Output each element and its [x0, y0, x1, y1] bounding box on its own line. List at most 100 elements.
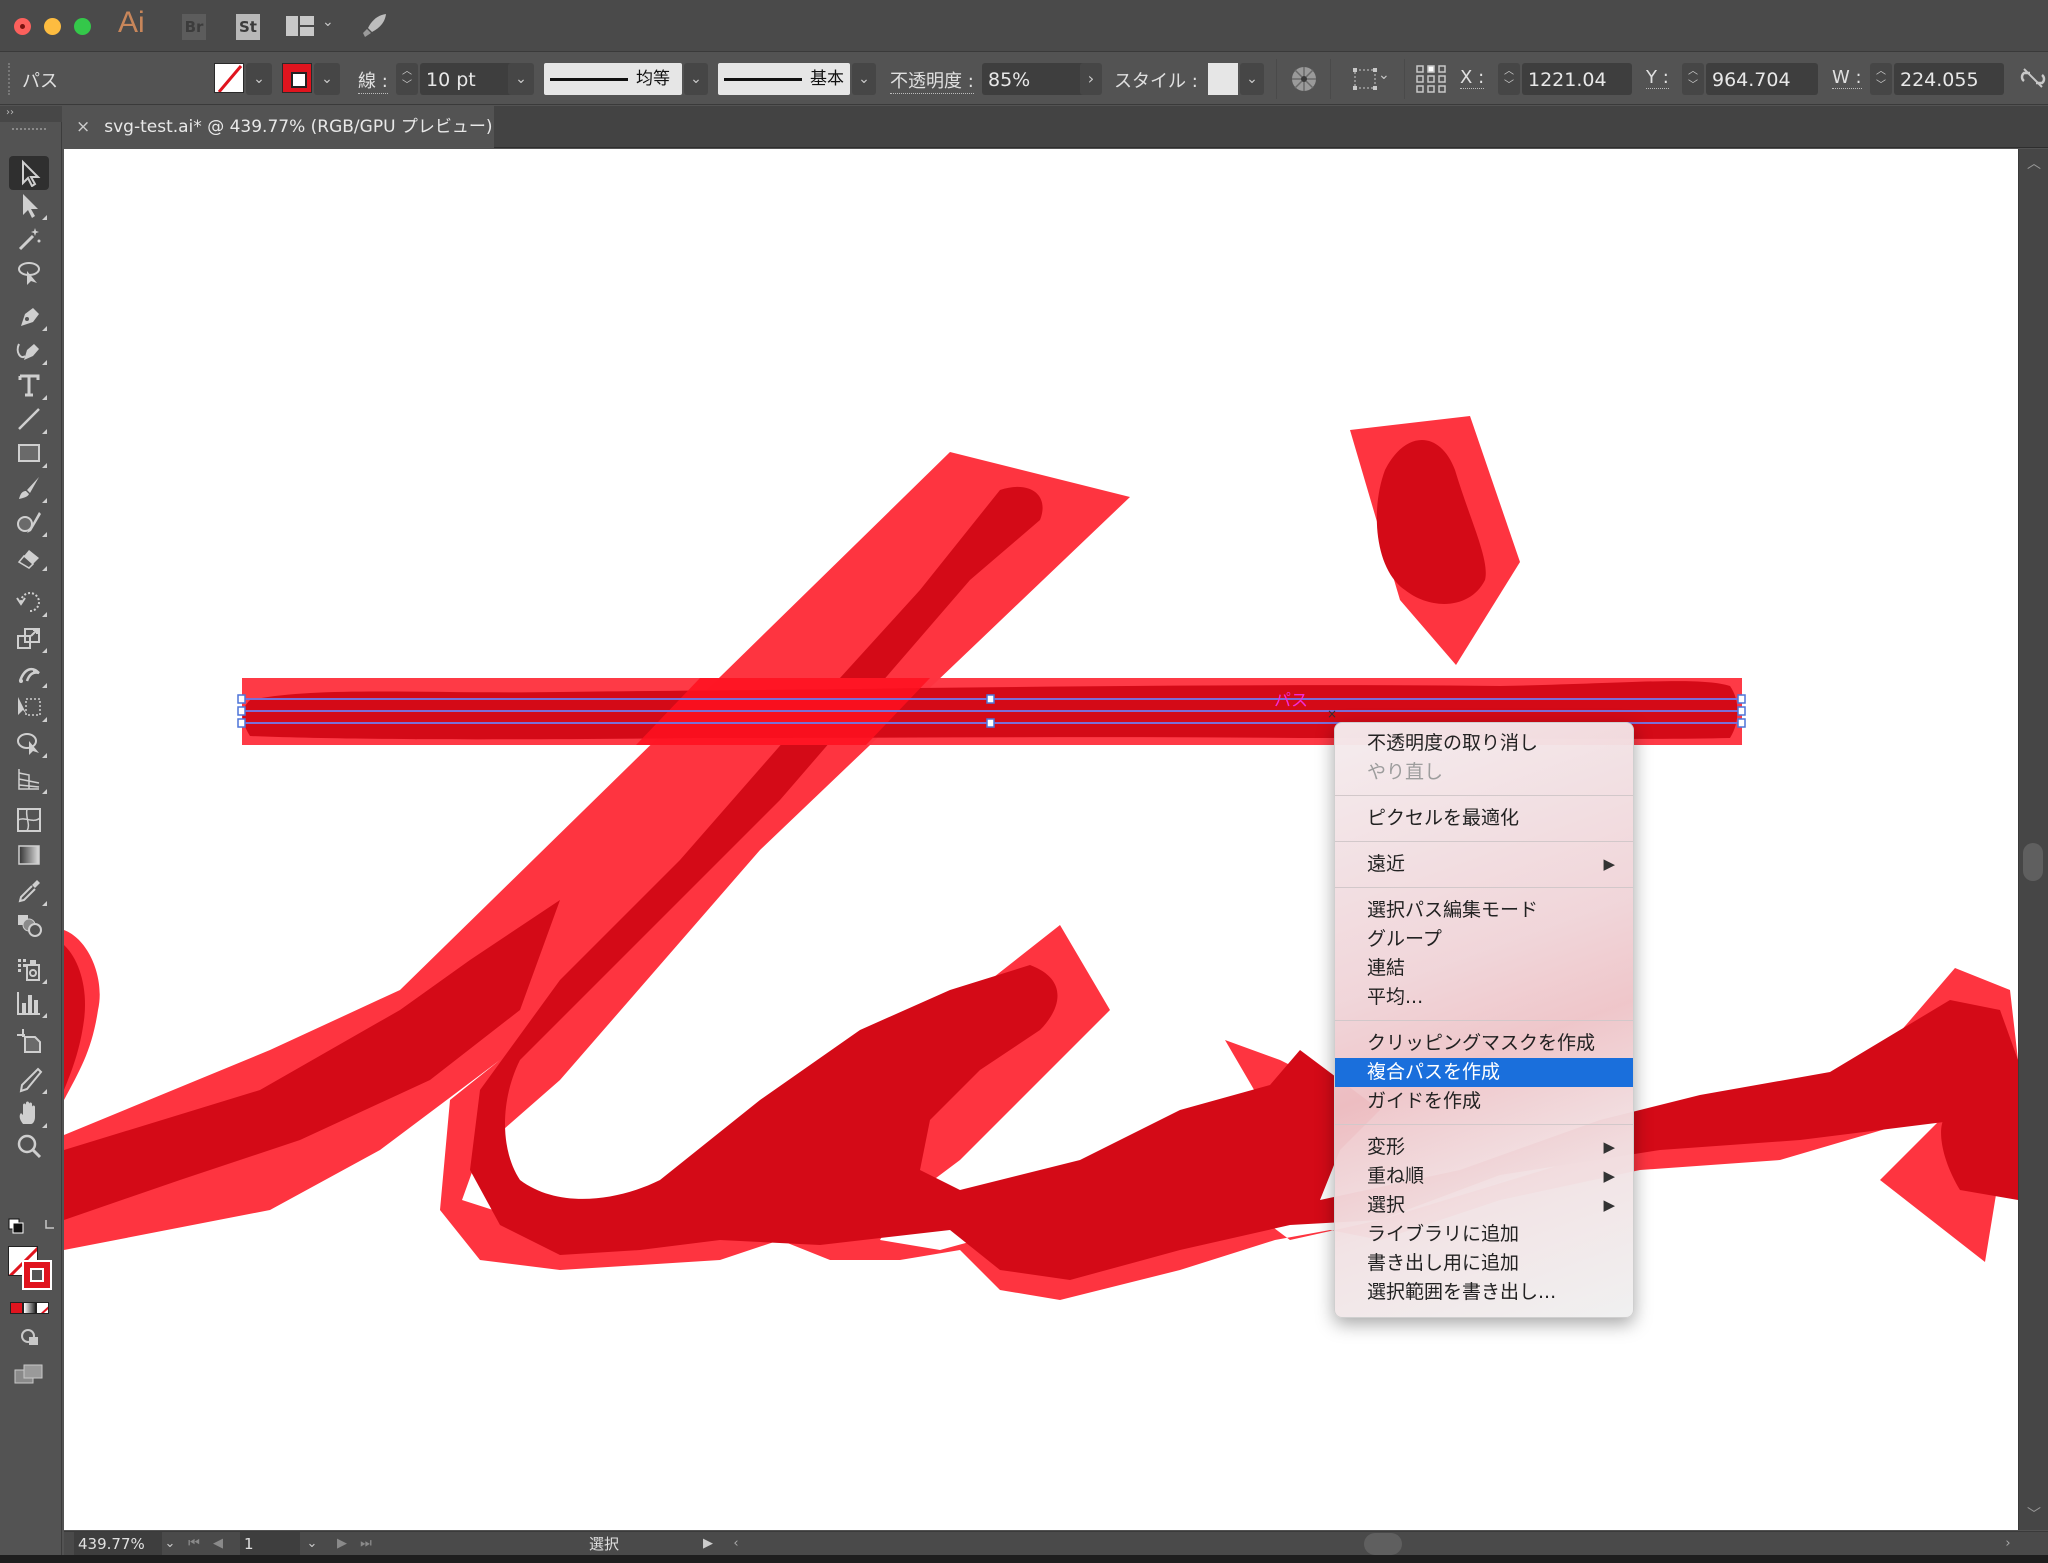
rectangle-tool[interactable]	[9, 436, 49, 470]
stroke-dropdown[interactable]: ⌄	[314, 63, 340, 95]
x-stepper[interactable]: ︿ ﹀	[1498, 63, 1520, 95]
align-dropdown[interactable]: ⌄	[1378, 67, 1390, 83]
type-tool[interactable]	[9, 368, 49, 402]
panel-grip[interactable]	[8, 63, 11, 95]
artboard-number-input[interactable]: 1	[240, 1532, 300, 1556]
align-selection-icon[interactable]	[1352, 67, 1378, 91]
menu-item[interactable]: 遠近 ▶	[1335, 850, 1633, 879]
y-input[interactable]: 964.704 px	[1706, 63, 1818, 125]
variable-width-profile-dropdown[interactable]: ⌄	[684, 63, 708, 95]
gradient-tool[interactable]	[9, 838, 49, 872]
stroke-weight-stepper[interactable]: ︿ ﹀	[396, 63, 418, 95]
shape-builder-tool[interactable]	[9, 726, 49, 760]
paintbrush-tool[interactable]	[9, 471, 49, 505]
x-label[interactable]: X :	[1460, 67, 1485, 89]
menu-item[interactable]: グループ	[1335, 925, 1633, 954]
x-input[interactable]: 1221.04 px	[1522, 63, 1632, 125]
none-button[interactable]	[36, 1302, 49, 1314]
horizontal-scroll-thumb[interactable]	[1364, 1533, 1402, 1555]
y-stepper[interactable]: ︿ ﹀	[1682, 63, 1704, 95]
zoom-level-input[interactable]: 439.77%	[74, 1532, 162, 1556]
document-tab[interactable]: × svg-test.ai* @ 439.77% (RGB/GPU プレビュー)	[64, 106, 494, 148]
menu-item[interactable]: 変形 ▶	[1335, 1133, 1633, 1162]
maximize-window-button[interactable]	[74, 18, 91, 35]
menu-item[interactable]: 重ね順 ▶	[1335, 1162, 1633, 1191]
chevron-down-icon[interactable]: ⌄	[322, 14, 334, 30]
reference-point-icon[interactable]	[1416, 65, 1446, 93]
rotate-tool[interactable]	[9, 585, 49, 619]
menu-item[interactable]: 平均...	[1335, 983, 1633, 1012]
graphic-style-swatch[interactable]	[1208, 63, 1238, 95]
recolor-artwork-icon[interactable]	[1290, 65, 1318, 93]
menu-item[interactable]: 選択 ▶	[1335, 1191, 1633, 1220]
gradient-button[interactable]	[23, 1302, 36, 1314]
bridge-button[interactable]: Br	[182, 14, 206, 40]
color-button[interactable]	[10, 1302, 23, 1314]
close-tab-icon[interactable]: ×	[76, 117, 90, 137]
stroke-weight-label[interactable]: 線 :	[358, 67, 388, 94]
menu-item[interactable]: 選択パス編集モード	[1335, 896, 1633, 925]
eyedropper-tool[interactable]	[9, 874, 49, 908]
status-menu-button[interactable]: ▶	[700, 1532, 716, 1556]
scroll-left-icon[interactable]: ‹	[728, 1532, 744, 1556]
graphic-style-dropdown[interactable]: ⌄	[1240, 63, 1264, 95]
fill-swatch[interactable]	[214, 63, 244, 93]
arrange-documents-icon[interactable]	[286, 16, 314, 36]
stroke-swatch[interactable]	[282, 63, 312, 93]
constrain-proportions-link-icon[interactable]	[2020, 67, 2046, 89]
direct-selection-tool[interactable]	[9, 188, 49, 222]
eraser-tool[interactable]	[9, 539, 49, 573]
minimize-window-button[interactable]	[44, 18, 61, 35]
symbol-sprayer-tool[interactable]	[9, 952, 49, 986]
brush-definition-dropdown[interactable]: ⌄	[852, 63, 876, 95]
vertical-scroll-thumb[interactable]	[2023, 843, 2043, 881]
brush-definition[interactable]: 基本	[718, 63, 850, 95]
scale-tool[interactable]	[9, 621, 49, 655]
puppet-warp-tool[interactable]	[9, 656, 49, 690]
curvature-tool[interactable]	[9, 333, 49, 367]
shaper-tool[interactable]	[9, 505, 49, 539]
zoom-tool[interactable]	[9, 1129, 49, 1163]
stock-button[interactable]: St	[236, 14, 260, 40]
line-segment-tool[interactable]	[9, 402, 49, 436]
menu-item[interactable]: 選択範囲を書き出し...	[1335, 1278, 1633, 1307]
scroll-up-icon[interactable]: ︿	[2019, 153, 2048, 173]
first-artboard-button[interactable]: ⏮	[184, 1532, 204, 1556]
zoom-dropdown[interactable]: ⌄	[160, 1532, 180, 1556]
menu-item[interactable]: クリッピングマスクを作成	[1335, 1029, 1633, 1058]
artboard-tool[interactable]	[9, 1024, 49, 1058]
menu-item[interactable]: ガイドを作成	[1335, 1087, 1633, 1116]
stroke-color-box[interactable]	[22, 1260, 52, 1290]
menu-item[interactable]: ピクセルを最適化	[1335, 804, 1633, 833]
drawing-modes-icon[interactable]	[20, 1328, 40, 1346]
menu-item[interactable]: 不透明度の取り消し	[1335, 729, 1633, 758]
column-graph-tool[interactable]	[9, 986, 49, 1020]
w-stepper[interactable]: ︿ ﹀	[1870, 63, 1892, 95]
default-fill-stroke-icon[interactable]	[8, 1218, 56, 1234]
lasso-tool[interactable]	[9, 256, 49, 290]
hand-tool[interactable]	[9, 1096, 49, 1130]
opacity-label[interactable]: 不透明度 :	[890, 67, 974, 94]
pen-tool[interactable]	[9, 299, 49, 333]
artboard-canvas[interactable]: ×	[64, 149, 2018, 1530]
next-artboard-button[interactable]: ▶	[332, 1532, 352, 1556]
mesh-tool[interactable]	[9, 803, 49, 837]
free-transform-tool[interactable]	[9, 690, 49, 724]
menu-item[interactable]: ライブラリに追加	[1335, 1220, 1633, 1249]
stroke-weight-dropdown[interactable]: ⌄	[508, 63, 534, 95]
menu-item[interactable]: 書き出し用に追加	[1335, 1249, 1633, 1278]
opacity-expand-button[interactable]: ›	[1080, 63, 1102, 95]
fill-dropdown[interactable]: ⌄	[246, 63, 272, 95]
blend-tool[interactable]	[9, 908, 49, 942]
last-artboard-button[interactable]: ⏭	[356, 1532, 376, 1556]
tools-panel-grip[interactable]	[12, 128, 46, 133]
perspective-grid-tool[interactable]	[9, 762, 49, 796]
slice-tool[interactable]	[9, 1062, 49, 1096]
selection-tool[interactable]	[9, 156, 49, 190]
menu-item[interactable]: 複合パスを作成	[1335, 1058, 1633, 1087]
close-window-button[interactable]	[14, 18, 31, 35]
vertical-scrollbar[interactable]: ︿ ﹀	[2018, 149, 2048, 1530]
artboard-dropdown[interactable]: ⌄	[302, 1532, 322, 1556]
previous-artboard-button[interactable]: ◀	[208, 1532, 228, 1556]
scroll-down-icon[interactable]: ﹀	[2019, 1504, 2048, 1524]
